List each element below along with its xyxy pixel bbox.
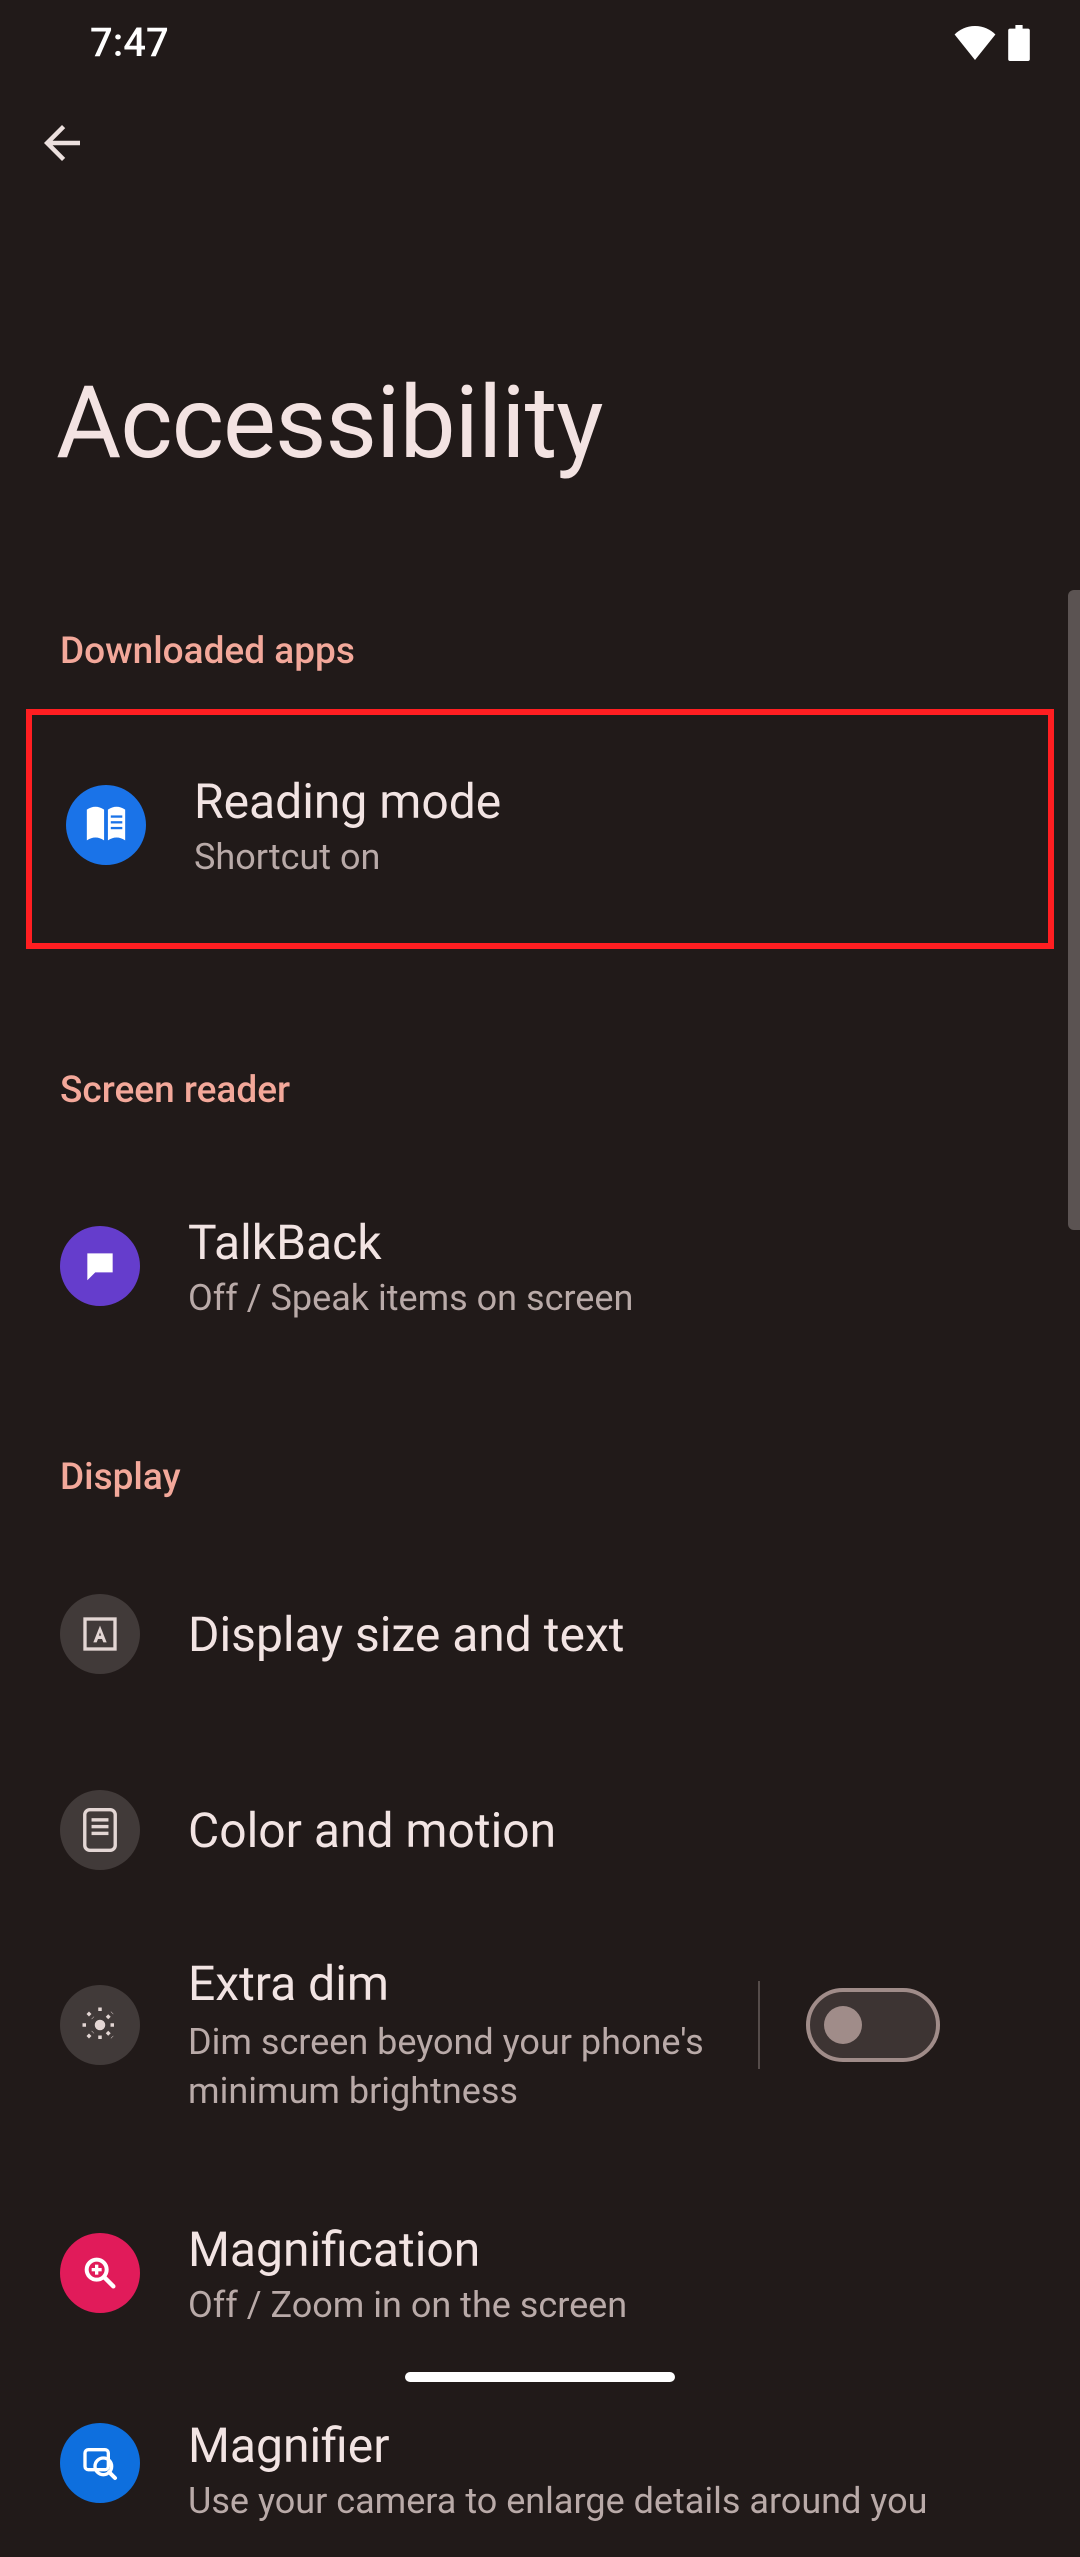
extra-dim-toggle[interactable] [806, 1988, 940, 2062]
annotation-highlight: Reading mode Shortcut on [26, 709, 1054, 949]
item-text: Magnification Off / Zoom in on the scree… [188, 2221, 1046, 2326]
app-bar [0, 85, 1080, 205]
item-title: Display size and text [188, 1606, 1046, 1663]
reading-mode-icon [66, 785, 146, 865]
item-magnification[interactable]: Magnification Off / Zoom in on the scree… [0, 2203, 1080, 2343]
item-subtitle: Off / Speak items on screen [188, 1277, 1046, 1319]
battery-icon [1008, 25, 1030, 61]
toggle-container [758, 1981, 940, 2069]
arrow-back-icon [35, 116, 89, 170]
scrollbar[interactable] [1068, 590, 1080, 1230]
item-text: Color and motion [188, 1802, 1046, 1859]
item-title: Color and motion [188, 1802, 1046, 1859]
item-text: Extra dim Dim screen beyond your phone's… [188, 1955, 758, 2115]
item-title: Magnifier [188, 2417, 1046, 2474]
item-text: Magnifier Use your camera to enlarge det… [188, 2417, 1046, 2522]
status-icons [954, 25, 1030, 61]
item-reading-mode[interactable]: Reading mode Shortcut on [32, 755, 1048, 895]
item-subtitle: Off / Zoom in on the screen [188, 2284, 1046, 2326]
item-magnifier[interactable]: Magnifier Use your camera to enlarge det… [0, 2417, 1080, 2557]
item-title: TalkBack [188, 1214, 1046, 1271]
section-header-downloaded-apps: Downloaded apps [0, 630, 1080, 673]
item-text: Display size and text [188, 1606, 1046, 1663]
item-text: TalkBack Off / Speak items on screen [188, 1214, 1046, 1319]
talkback-icon [60, 1226, 140, 1306]
navigation-handle[interactable] [405, 2372, 675, 2382]
item-color-motion[interactable]: Color and motion [0, 1785, 1080, 1875]
color-motion-icon [60, 1790, 140, 1870]
item-title: Magnification [188, 2221, 1046, 2278]
item-display-size[interactable]: Display size and text [0, 1589, 1080, 1679]
item-title: Reading mode [194, 773, 1014, 830]
item-title: Extra dim [188, 1955, 758, 2012]
extra-dim-icon [60, 1985, 140, 2065]
switch-thumb [824, 2006, 862, 2044]
section-header-screen-reader: Screen reader [0, 1069, 1080, 1112]
status-bar: 7:47 [0, 0, 1080, 85]
magnification-icon [60, 2233, 140, 2313]
item-subtitle: Use your camera to enlarge details aroun… [188, 2480, 1046, 2522]
item-text: Reading mode Shortcut on [194, 773, 1014, 878]
item-talkback[interactable]: TalkBack Off / Speak items on screen [0, 1196, 1080, 1336]
status-time: 7:47 [90, 19, 169, 66]
item-subtitle: Shortcut on [194, 836, 1014, 878]
magnifier-icon [60, 2423, 140, 2503]
divider [758, 1981, 760, 2069]
item-subtitle: Dim screen beyond your phone's minimum b… [188, 2018, 758, 2115]
wifi-icon [954, 26, 996, 60]
display-size-icon [60, 1594, 140, 1674]
section-header-display: Display [0, 1456, 1080, 1499]
item-extra-dim[interactable]: Extra dim Dim screen beyond your phone's… [0, 1955, 1080, 2115]
page-title: Accessibility [0, 365, 1080, 482]
back-button[interactable] [35, 116, 89, 174]
